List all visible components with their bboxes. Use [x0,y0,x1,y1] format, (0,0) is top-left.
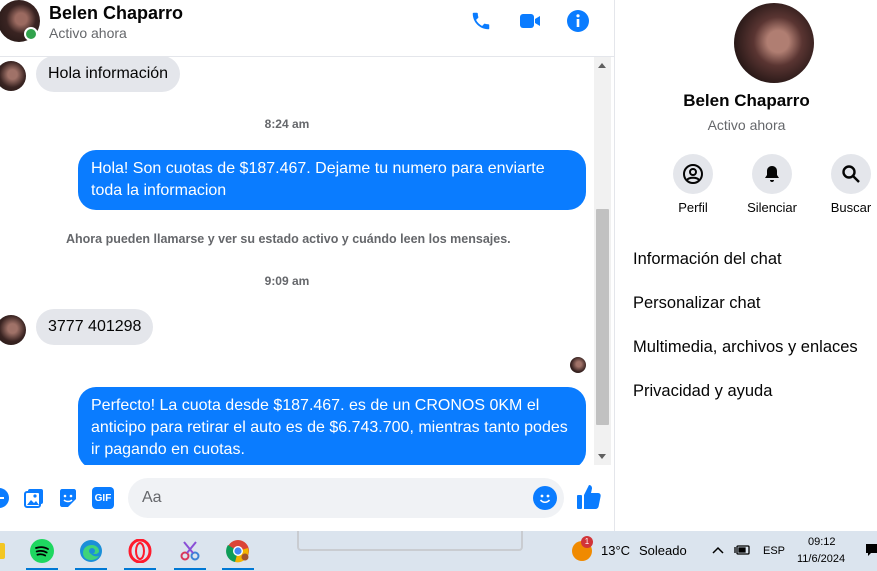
menu-chat-info[interactable]: Información del chat [633,250,782,269]
message-composer: GIF [0,465,614,531]
search-button[interactable]: Buscar [811,154,877,215]
profile-button[interactable]: Perfil [653,154,733,215]
mute-button[interactable]: Silenciar [732,154,812,215]
sender-avatar [0,315,26,345]
contact-name[interactable]: Belen Chaparro [49,3,183,24]
bell-icon[interactable] [752,154,792,194]
like-icon[interactable] [576,483,602,511]
mute-label: Silenciar [747,200,797,215]
chrome-icon[interactable] [218,535,258,570]
temperature[interactable]: 13°C [601,543,630,558]
conversation-info-panel: Belen Chaparro Activo ahora Perfil Silen… [614,0,877,531]
online-indicator [24,27,38,41]
edge-icon[interactable] [71,535,111,570]
outgoing-message[interactable]: Hola! Son cuotas de $187.467. Dejame tu … [78,150,586,210]
spotify-icon[interactable] [22,535,62,570]
clock-time[interactable]: 09:12 [808,536,836,548]
battery-icon[interactable] [734,543,752,562]
messenger-window: Belen Chaparro Activo ahora Hola informa… [0,0,877,571]
scroll-thumb[interactable] [596,209,609,425]
outgoing-message[interactable]: Perfecto! La cuota desde $187.467. es de… [78,387,586,465]
phone-icon[interactable] [469,9,493,33]
profile-photo[interactable] [734,3,814,83]
video-icon[interactable] [518,9,542,33]
chevron-up-icon[interactable] [711,543,725,562]
thread-scrollbar[interactable] [594,57,611,465]
message-thread[interactable]: Hola información 8:24 am Hola! Son cuota… [0,57,594,465]
language-indicator[interactable]: ESP [763,545,785,557]
clock-date[interactable]: 11/6/2024 [797,553,845,565]
info-icon[interactable] [566,9,590,33]
message-timestamp: 8:24 am [264,117,310,131]
menu-media-files-links[interactable]: Multimedia, archivos y enlaces [633,338,858,357]
contact-status: Activo ahora [49,25,127,41]
taskbar-preview-outline [297,531,523,551]
gif-icon[interactable]: GIF [92,487,114,509]
weather-badge: 1 [581,536,593,548]
profile-label: Perfil [678,200,708,215]
sticker-icon[interactable] [57,487,79,509]
opera-icon[interactable] [120,535,160,570]
incoming-message[interactable]: Hola información [36,57,181,92]
snipping-tool-icon[interactable] [170,535,210,570]
weather-condition[interactable]: Soleado [639,543,687,558]
panel-contact-name: Belen Chaparro [683,91,810,110]
menu-customize-chat[interactable]: Personalizar chat [633,294,760,313]
file-explorer-icon[interactable] [0,535,18,567]
system-notice: Ahora pueden llamarse y ver su estado ac… [66,232,511,246]
incoming-message[interactable]: 3777 401298 [36,309,154,345]
search-label: Buscar [830,200,872,215]
message-input[interactable] [128,478,564,518]
chat-pane: Belen Chaparro Activo ahora Hola informa… [0,0,614,531]
more-actions-icon[interactable] [0,487,10,509]
seen-receipt-avatar [570,357,586,373]
scroll-up-arrow[interactable] [598,63,606,68]
sender-avatar [0,61,26,91]
menu-privacy-support[interactable]: Privacidad y ayuda [633,382,772,401]
windows-taskbar: 1 13°C Soleado ESP 09:12 11/6/2024 [0,531,877,571]
message-timestamp: 9:09 am [264,274,310,288]
chat-header: Belen Chaparro Activo ahora [0,0,614,57]
scroll-down-arrow[interactable] [598,454,606,459]
panel-contact-status: Activo ahora [707,117,786,133]
search-icon[interactable] [831,154,871,194]
profile-icon[interactable] [673,154,713,194]
notification-icon[interactable] [866,543,877,564]
photo-icon[interactable] [23,487,45,509]
emoji-icon[interactable] [533,486,557,510]
